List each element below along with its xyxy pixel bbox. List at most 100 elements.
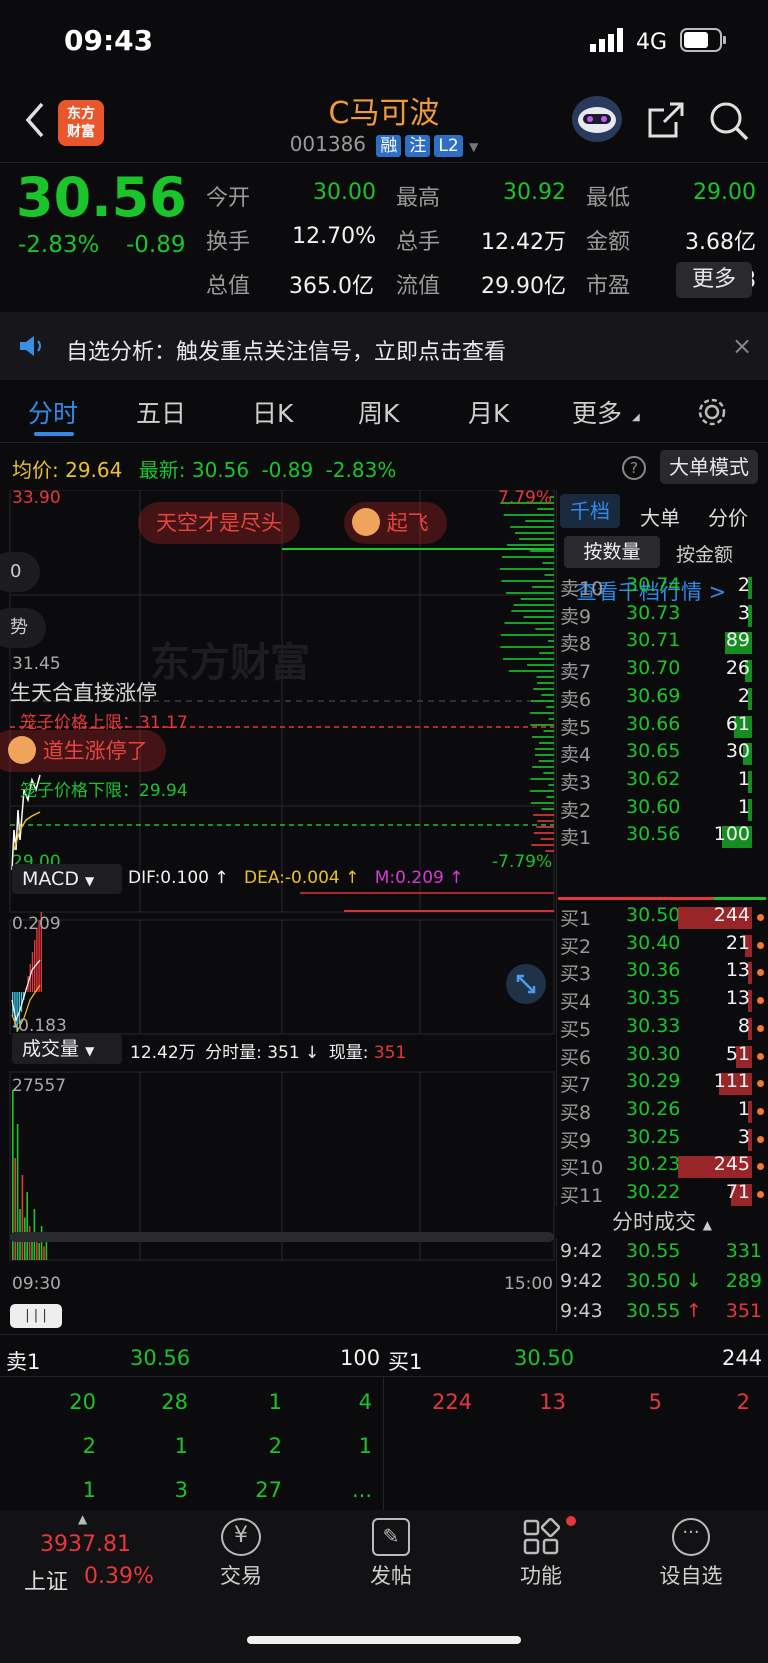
tab-intraday[interactable]: 分时 (28, 394, 78, 430)
big-order-mode-button[interactable]: 大单模式 (660, 450, 758, 484)
distribution-bar (543, 730, 554, 732)
bid-row[interactable]: 买3 30.36 13 (558, 959, 766, 987)
comment-bubble[interactable]: 天空才是尽头 (138, 502, 300, 544)
notice-bar[interactable]: 自选分析：触发重点关注信号，立即点击查看 × (0, 312, 768, 380)
trade-icon: ¥ (221, 1518, 261, 1556)
index-value[interactable]: 3937.81 (40, 1532, 131, 1557)
bid-row[interactable]: 买2 30.40 21 (558, 932, 766, 960)
level-volume: 89 (725, 629, 750, 652)
sell-queue-item: 1 (358, 1434, 372, 1458)
latest-change-pct: -2.83% (325, 458, 397, 482)
close-icon[interactable]: × (732, 332, 752, 360)
distribution-bar (527, 664, 554, 666)
tab-daily[interactable]: 日K (252, 394, 293, 430)
quote-label: 市盈 (586, 274, 631, 299)
robot-assistant-icon[interactable] (570, 94, 624, 144)
macd-label: MACD (22, 868, 79, 890)
edit-icon: ✎ (372, 1518, 410, 1556)
volume-bar (45, 1239, 48, 1260)
bid-row[interactable]: 买9 30.25 3 (558, 1126, 766, 1154)
dropdown-icon[interactable]: ▼ (469, 140, 478, 154)
price-mid-label: 31.45 (12, 654, 61, 674)
level-price: 30.33 (626, 1014, 681, 1037)
ask-row[interactable]: 卖4 30.65 30 (558, 740, 766, 768)
tab-monthly[interactable]: 月K (468, 394, 509, 430)
tab-order-depth[interactable]: 千档 (560, 494, 620, 528)
by-amount-button[interactable]: 按金额 (676, 540, 733, 567)
distribution-bar (500, 568, 554, 570)
search-icon[interactable] (708, 100, 750, 142)
tab-price-distribution[interactable]: 分价 (708, 502, 748, 531)
more-button[interactable]: 更多 (676, 262, 752, 298)
bid-row[interactable]: 买6 30.30 51 (558, 1043, 766, 1071)
ask-row[interactable]: 卖2 30.60 1 (558, 796, 766, 824)
status-time: 09:43 (64, 24, 154, 57)
by-quantity-button[interactable]: 按数量 (564, 536, 660, 568)
index-collapse-icon[interactable]: ▲ (78, 1512, 87, 1526)
nav-post[interactable]: ✎ 发帖 (336, 1518, 446, 1590)
level-label: 买7 (560, 1074, 592, 1097)
nav-trade[interactable]: ¥ 交易 (186, 1518, 296, 1590)
emoji-avatar-icon (8, 736, 36, 764)
distribution-bar (506, 592, 554, 594)
comment-bubble[interactable]: 道生涨停了 (0, 730, 166, 772)
level-label: 卖5 (560, 716, 592, 739)
quote-value: 12.42万 (481, 230, 566, 255)
ask-row[interactable]: 卖1 30.56 100 (558, 823, 766, 851)
latest-label: 最新: (138, 458, 186, 482)
level-volume: 2 (737, 684, 750, 707)
sell-queue-item: 2 (268, 1434, 282, 1458)
scroll-handle[interactable]: | | | (10, 1304, 62, 1328)
volume-now-value: 351 (373, 1043, 407, 1063)
bid-row[interactable]: 买5 30.33 8 (558, 1015, 766, 1043)
distribution-bar (530, 550, 554, 552)
side-chip[interactable]: 势 (0, 608, 46, 648)
ask-row[interactable]: 卖3 30.62 1 (558, 768, 766, 796)
settings-icon[interactable] (696, 396, 728, 428)
level-volume: 8 (737, 1014, 750, 1037)
bid-row[interactable]: 买11 30.22 71 (558, 1181, 766, 1209)
ask-row[interactable]: 卖5 30.66 61 (558, 713, 766, 741)
bid-row[interactable]: 买10 30.23 245 (558, 1153, 766, 1181)
volume-bar (21, 1175, 24, 1260)
bid-row[interactable]: 买8 30.26 1 (558, 1098, 766, 1126)
ask-row[interactable]: 卖6 30.69 2 (558, 685, 766, 713)
tab-5day[interactable]: 五日 (136, 394, 186, 430)
help-icon[interactable]: ? (622, 456, 646, 480)
tab-weekly[interactable]: 周K (358, 394, 399, 430)
level-price: 30.66 (626, 712, 681, 735)
sell-queue-item: 1 (268, 1390, 282, 1414)
macd-selector[interactable]: MACD ▼ (12, 864, 122, 894)
tab-more[interactable]: 更多 (572, 394, 622, 430)
distribution-bar (532, 766, 554, 768)
ask-row[interactable]: 卖7 30.70 26 (558, 657, 766, 685)
macd-dif: DIF:0.100 ↑ (128, 868, 229, 888)
volume-selector[interactable]: 成交量 ▼ (12, 1034, 122, 1064)
tab-big-order[interactable]: 大单 (640, 502, 680, 531)
sell-queue-item: 1 (82, 1478, 96, 1502)
ask-row[interactable]: 卖9 30.73 3 (558, 602, 766, 630)
level-volume: 13 (725, 959, 750, 982)
nav-add-watchlist[interactable]: ··· 设自选 (636, 1518, 746, 1590)
comment-bubble[interactable]: 生天合直接涨停 (0, 672, 175, 714)
bid-row[interactable]: 买4 30.35 13 (558, 987, 766, 1015)
bid-row[interactable]: 买1 30.50 244 (558, 904, 766, 932)
order-dot-icon (757, 1080, 764, 1088)
notice-text: 自选分析：触发重点关注信号，立即点击查看 (66, 340, 507, 365)
home-indicator[interactable] (247, 1636, 521, 1644)
bid-row[interactable]: 买7 30.29 111 (558, 1070, 766, 1098)
distribution-bar (515, 532, 554, 534)
ask-row[interactable]: 卖10 30.74 2 (558, 574, 766, 602)
expand-icon[interactable] (506, 964, 546, 1004)
comment-bubble[interactable]: 起飞 (344, 502, 447, 544)
ask-row[interactable]: 卖8 30.71 89 (558, 629, 766, 657)
index-name: 上证 (24, 1570, 69, 1595)
trades-title[interactable]: 分时成交 ▲ (556, 1206, 768, 1238)
tag-margin: 融 (376, 135, 402, 157)
side-chip[interactable]: 0 (0, 552, 40, 592)
nav-features[interactable]: 功能 (486, 1517, 596, 1590)
share-icon[interactable] (646, 100, 686, 140)
distribution-bar (532, 586, 554, 588)
latest-value: 30.56 (191, 458, 250, 482)
intraday-chart[interactable]: 33.90 7.79% 31.45 29.00 -7.79% 笼子价格上限：31… (0, 488, 556, 1328)
